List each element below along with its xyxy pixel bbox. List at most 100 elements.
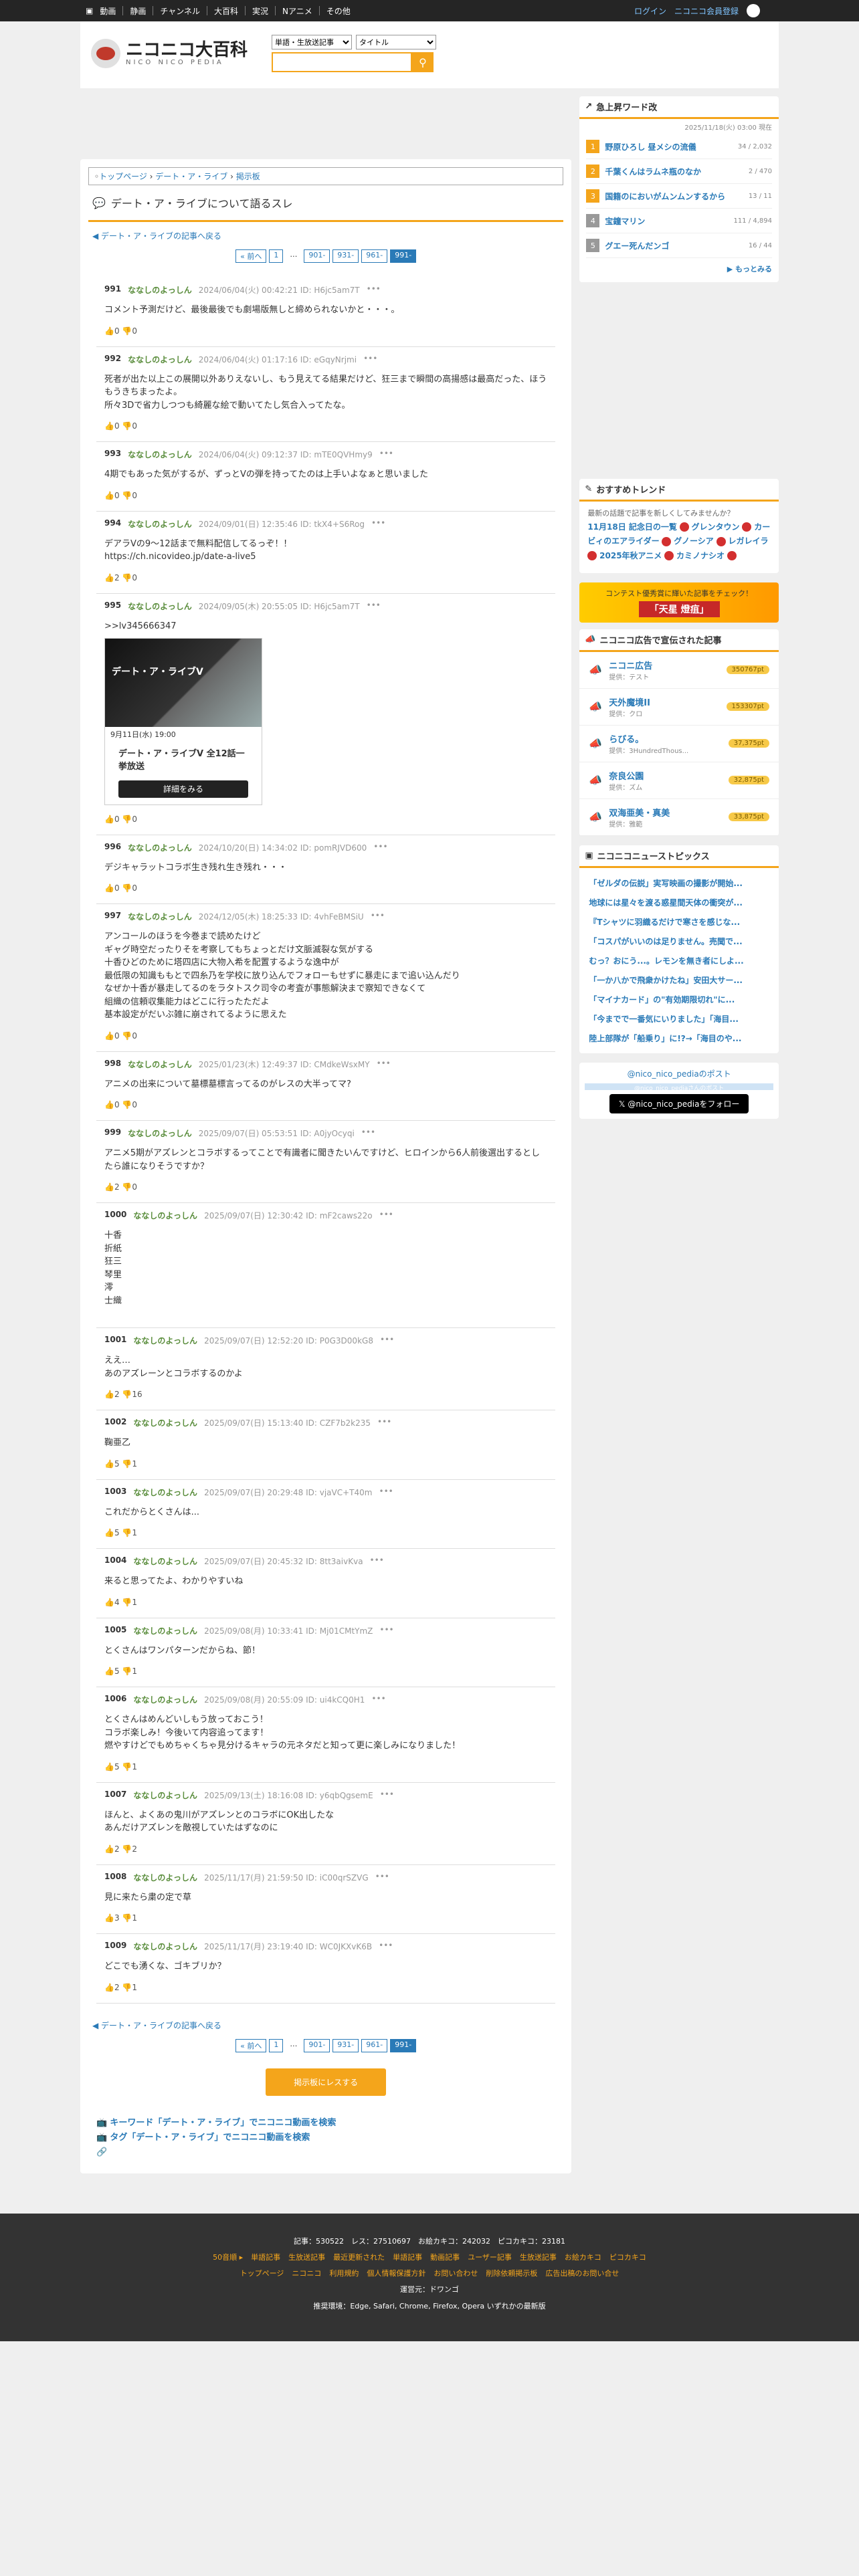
pager-item[interactable]: 991- bbox=[390, 2038, 417, 2052]
post-number[interactable]: 999 bbox=[104, 1128, 121, 1139]
post-menu-icon[interactable]: ••• bbox=[361, 1128, 375, 1139]
nav-item[interactable]: 大百科 bbox=[214, 5, 238, 17]
pager-item[interactable]: « 前へ bbox=[235, 2038, 267, 2052]
rank-title[interactable]: 国籍のにおいがムンムンするから bbox=[605, 191, 743, 202]
live-detail-button[interactable]: 詳細をみる bbox=[118, 780, 248, 798]
pager-item[interactable]: 1 bbox=[269, 2038, 284, 2052]
news-link[interactable]: 「ゼルダの伝説」実写映画の撮影が開始... bbox=[589, 873, 769, 893]
post-number[interactable]: 1001 bbox=[104, 1335, 126, 1346]
nav-item[interactable]: Nアニメ bbox=[282, 5, 312, 17]
post-votes[interactable]: 👍2 👎1 bbox=[104, 1983, 547, 1992]
rank-title[interactable]: 宝鐘マリン bbox=[605, 215, 728, 227]
post-number[interactable]: 1006 bbox=[104, 1694, 126, 1705]
news-link[interactable]: むっ？おにう...。レモンを無き者にしよ... bbox=[589, 951, 769, 970]
ad-item[interactable]: 📣 奈良公園 提供：ズム 32,875pt bbox=[579, 762, 779, 799]
post-votes[interactable]: 👍5 👎1 bbox=[104, 1667, 547, 1676]
pager-item[interactable]: 901- bbox=[304, 249, 330, 263]
post-number[interactable]: 1004 bbox=[104, 1555, 126, 1567]
news-link[interactable]: 「今までで一番気にいりました」「海目... bbox=[589, 1009, 769, 1029]
post-number[interactable]: 1008 bbox=[104, 1872, 126, 1883]
post-number[interactable]: 998 bbox=[104, 1059, 121, 1070]
nav-item[interactable]: その他 bbox=[326, 5, 351, 17]
post-menu-icon[interactable]: ••• bbox=[371, 518, 385, 530]
post-votes[interactable]: 👍3 👎1 bbox=[104, 1913, 547, 1923]
search-target-select[interactable]: タイトル bbox=[356, 35, 436, 49]
avatar[interactable] bbox=[747, 4, 760, 17]
pager-item[interactable]: 1 bbox=[269, 249, 284, 263]
pager-item[interactable]: 931- bbox=[332, 2038, 359, 2052]
footer-link[interactable]: お絵カキコ bbox=[565, 2253, 601, 2262]
post-votes[interactable]: 👍0 👎0 bbox=[104, 883, 547, 893]
footer-link[interactable]: 削除依頼掲示板 bbox=[486, 2269, 537, 2278]
rank-title[interactable]: グエー死んだンゴ bbox=[605, 240, 743, 251]
post-number[interactable]: 992 bbox=[104, 354, 121, 365]
footer-link[interactable]: 単語記事 bbox=[393, 2253, 422, 2262]
post-number[interactable]: 1009 bbox=[104, 1941, 126, 1952]
nico-logo-icon[interactable]: ▣ bbox=[86, 6, 93, 15]
post-menu-icon[interactable]: ••• bbox=[373, 842, 387, 853]
footer-link[interactable]: ユーザー記事 bbox=[468, 2253, 512, 2262]
breadcrumb-bbs[interactable]: 掲示板 bbox=[236, 172, 260, 181]
x-post-title[interactable]: @nico_nico_pediaのポスト bbox=[585, 1068, 773, 1079]
trend-link[interactable]: グレンタウン bbox=[692, 522, 740, 532]
rank-title[interactable]: 野原ひろし 昼メシの流儀 bbox=[605, 141, 733, 152]
post-votes[interactable]: 👍0 👎0 bbox=[104, 1031, 547, 1041]
x-follow-button[interactable]: 𝕏 @nico_nico_pediaをフォロー bbox=[609, 1093, 749, 1113]
post-votes[interactable]: 👍0 👎0 bbox=[104, 421, 547, 431]
trend-link[interactable]: 2025年秋アニメ bbox=[599, 551, 662, 560]
pager-item[interactable]: 961- bbox=[361, 249, 388, 263]
rank-item[interactable]: 5 グエー死んだンゴ 16 / 44 bbox=[586, 233, 772, 258]
ad-name[interactable]: 天外魔境II bbox=[609, 695, 650, 708]
post-menu-icon[interactable]: ••• bbox=[370, 1555, 384, 1567]
post-votes[interactable]: 👍4 👎1 bbox=[104, 1598, 547, 1607]
rank-title[interactable]: 千葉くんはラムネ瓶のなか bbox=[605, 166, 743, 177]
live-embed[interactable]: デート・ア・ライブV 9月11日(水) 19:00 デート・ア・ライブV 全12話一… bbox=[104, 638, 262, 805]
post-menu-icon[interactable]: ••• bbox=[380, 1335, 394, 1346]
post-number[interactable]: 1005 bbox=[104, 1625, 126, 1636]
post-number[interactable]: 996 bbox=[104, 842, 121, 853]
footer-link[interactable]: 単語記事 bbox=[251, 2253, 280, 2262]
post-votes[interactable]: 👍2 👎0 bbox=[104, 1182, 547, 1192]
footer-link[interactable]: ニコニコ bbox=[292, 2269, 321, 2278]
nav-item[interactable]: チャンネル bbox=[160, 5, 200, 17]
trend-link[interactable]: グノーシア bbox=[674, 536, 714, 546]
nav-item[interactable]: 動画 bbox=[100, 5, 116, 17]
contest-banner[interactable]: コンテスト優秀賞に輝いた記事をチェック！ 「天星 燈疽」 bbox=[579, 582, 779, 623]
post-number[interactable]: 1000 bbox=[104, 1210, 126, 1221]
post-menu-icon[interactable]: ••• bbox=[379, 449, 393, 460]
rank-item[interactable]: 2 千葉くんはラムネ瓶のなか 2 / 470 bbox=[586, 159, 772, 184]
news-link[interactable]: 陸上部隊が「船乗り」に!?→「海目のや... bbox=[589, 1029, 769, 1048]
post-menu-icon[interactable]: ••• bbox=[377, 1417, 391, 1428]
ad-name[interactable]: ニコニ広告 bbox=[609, 659, 652, 671]
post-menu-icon[interactable]: ••• bbox=[379, 1941, 393, 1952]
ad-item[interactable]: 📣 双海亜美・真美 提供：雅範 33,875pt bbox=[579, 799, 779, 836]
post-menu-icon[interactable]: ••• bbox=[377, 1059, 391, 1070]
ad-item[interactable]: 📣 ニコニ広告 提供：テスト 350767pt bbox=[579, 652, 779, 689]
rank-more-link[interactable]: ▶ もっとみる bbox=[586, 258, 772, 280]
post-votes[interactable]: 👍0 👎0 bbox=[104, 1100, 547, 1109]
post-votes[interactable]: 👍5 👎1 bbox=[104, 1528, 547, 1537]
post-number[interactable]: 1007 bbox=[104, 1790, 126, 1801]
post-votes[interactable]: 👍5 👎1 bbox=[104, 1762, 547, 1772]
tag-search-link[interactable]: タグ「デート・ア・ライブ」でニコニコ動画を検索 bbox=[110, 2133, 310, 2143]
ad-item[interactable]: 📣 らびる。 提供：3HundredThous... 37,375pt bbox=[579, 726, 779, 762]
post-votes[interactable]: 👍0 👎0 bbox=[104, 815, 547, 824]
footer-link[interactable]: トップページ bbox=[240, 2269, 284, 2278]
search-input[interactable] bbox=[272, 52, 412, 72]
post-menu-icon[interactable]: ••• bbox=[371, 911, 385, 922]
post-menu-icon[interactable]: ••• bbox=[375, 1872, 389, 1883]
pager-item[interactable]: 991- bbox=[390, 249, 417, 263]
nav-item[interactable]: 静画 bbox=[130, 5, 146, 17]
post-menu-icon[interactable]: ••• bbox=[363, 354, 377, 365]
footer-link[interactable]: 生放送記事 bbox=[520, 2253, 557, 2262]
footer-link[interactable]: ピコカキコ bbox=[609, 2253, 646, 2262]
post-number[interactable]: 991 bbox=[104, 284, 121, 296]
news-link[interactable]: 地球には星々を渡る惑星間天体の衝突が... bbox=[589, 893, 769, 912]
post-menu-icon[interactable]: ••• bbox=[380, 1790, 394, 1801]
post-menu-icon[interactable]: ••• bbox=[371, 1694, 385, 1705]
post-menu-icon[interactable]: ••• bbox=[367, 601, 381, 612]
pager-item[interactable]: « 前へ bbox=[235, 249, 267, 263]
search-button[interactable]: ⚲ bbox=[412, 52, 434, 72]
footer-link[interactable]: 動画記事 bbox=[430, 2253, 460, 2262]
search-type-select[interactable]: 単語・生放送記事 bbox=[272, 35, 352, 49]
